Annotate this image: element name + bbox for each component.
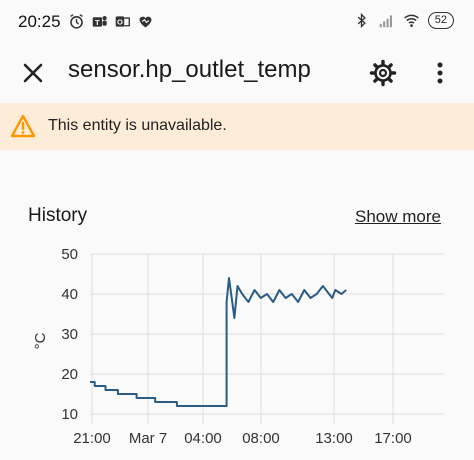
y-axis-label: °C	[32, 332, 49, 349]
page-title: sensor.hp_outlet_temp	[68, 56, 311, 83]
x-tick-label: 21:00	[73, 430, 111, 447]
alarm-icon	[70, 14, 83, 29]
svg-text:O: O	[117, 17, 123, 26]
x-tick-label: 08:00	[242, 430, 280, 447]
y-tick-label: 40	[61, 286, 78, 303]
history-title: History	[28, 205, 88, 226]
warning-icon	[10, 114, 36, 138]
teams-icon: T	[92, 15, 107, 27]
x-tick-label: 04:00	[184, 430, 222, 447]
wifi-icon	[403, 14, 419, 27]
app-bar: sensor.hp_outlet_temp	[0, 44, 474, 102]
x-tick-label: 17:00	[374, 430, 412, 447]
status-bar: 20:25 T O 52	[0, 0, 474, 44]
battery-icon: 52	[427, 12, 454, 29]
y-tick-label: 30	[61, 326, 78, 343]
signal-icon	[379, 15, 392, 28]
series-line	[90, 277, 347, 407]
warning-text: This entity is unavailable.	[48, 117, 227, 134]
y-tick-label: 50	[61, 246, 78, 263]
heart-icon	[139, 16, 152, 28]
warning-banner: This entity is unavailable.	[0, 103, 474, 150]
y-tick-label: 20	[61, 366, 78, 383]
history-chart: 50 40 30 20 10 21:00 Mar 7 04:00 08:00 13:00 17:00…	[32, 246, 444, 447]
x-tick-label: 13:00	[315, 430, 353, 447]
status-time: 20:25	[18, 12, 61, 31]
bluetooth-icon	[357, 12, 366, 29]
more-vert-icon[interactable]	[428, 58, 452, 88]
x-tick-label: Mar 7	[129, 430, 167, 447]
gear-icon[interactable]	[368, 58, 398, 88]
svg-text:T: T	[95, 18, 100, 27]
outlook-icon: O	[115, 16, 130, 27]
close-icon[interactable]	[18, 58, 48, 88]
y-tick-label: 10	[61, 406, 78, 423]
show-more-link[interactable]: Show more	[355, 207, 441, 227]
